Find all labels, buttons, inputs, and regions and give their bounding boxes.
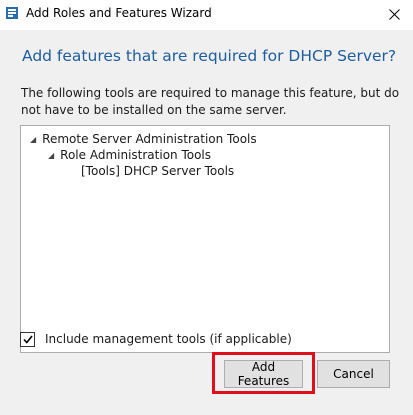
window-title: Add Roles and Features Wizard — [26, 6, 212, 20]
include-management-tools-label: Include management tools (if applicable) — [45, 332, 292, 346]
add-features-button[interactable]: Add Features — [224, 360, 303, 388]
tree-item-label: Remote Server Administration Tools — [42, 132, 257, 146]
tree-item-label: [Tools] DHCP Server Tools — [81, 164, 235, 178]
checkmark-icon — [22, 335, 33, 344]
title-bar: Add Roles and Features Wizard — [0, 0, 413, 30]
server-manager-icon — [6, 7, 18, 19]
cancel-button[interactable]: Cancel — [317, 360, 390, 388]
expand-arrow-icon[interactable]: ◢ — [30, 135, 36, 144]
include-management-tools-checkbox[interactable] — [20, 331, 35, 347]
expand-arrow-icon[interactable]: ◢ — [48, 151, 54, 160]
features-tree[interactable]: ◢ Remote Server Administration Tools ◢ R… — [20, 125, 390, 353]
tree-item-remote-server-admin-tools[interactable]: ◢ Remote Server Administration Tools — [30, 131, 257, 147]
tree-item-label: Role Administration Tools — [60, 148, 212, 162]
dialog-heading: Add features that are required for DHCP … — [22, 47, 397, 65]
close-button[interactable] — [376, 0, 412, 28]
include-management-tools-row[interactable]: Include management tools (if applicable) — [20, 330, 292, 348]
tree-item-dhcp-server-tools[interactable]: [Tools] DHCP Server Tools — [81, 163, 234, 179]
dialog-description: The following tools are required to mana… — [21, 86, 400, 117]
close-icon — [388, 8, 400, 20]
tree-item-role-admin-tools[interactable]: ◢ Role Administration Tools — [48, 147, 211, 163]
dialog-body: Add features that are required for DHCP … — [0, 30, 413, 415]
